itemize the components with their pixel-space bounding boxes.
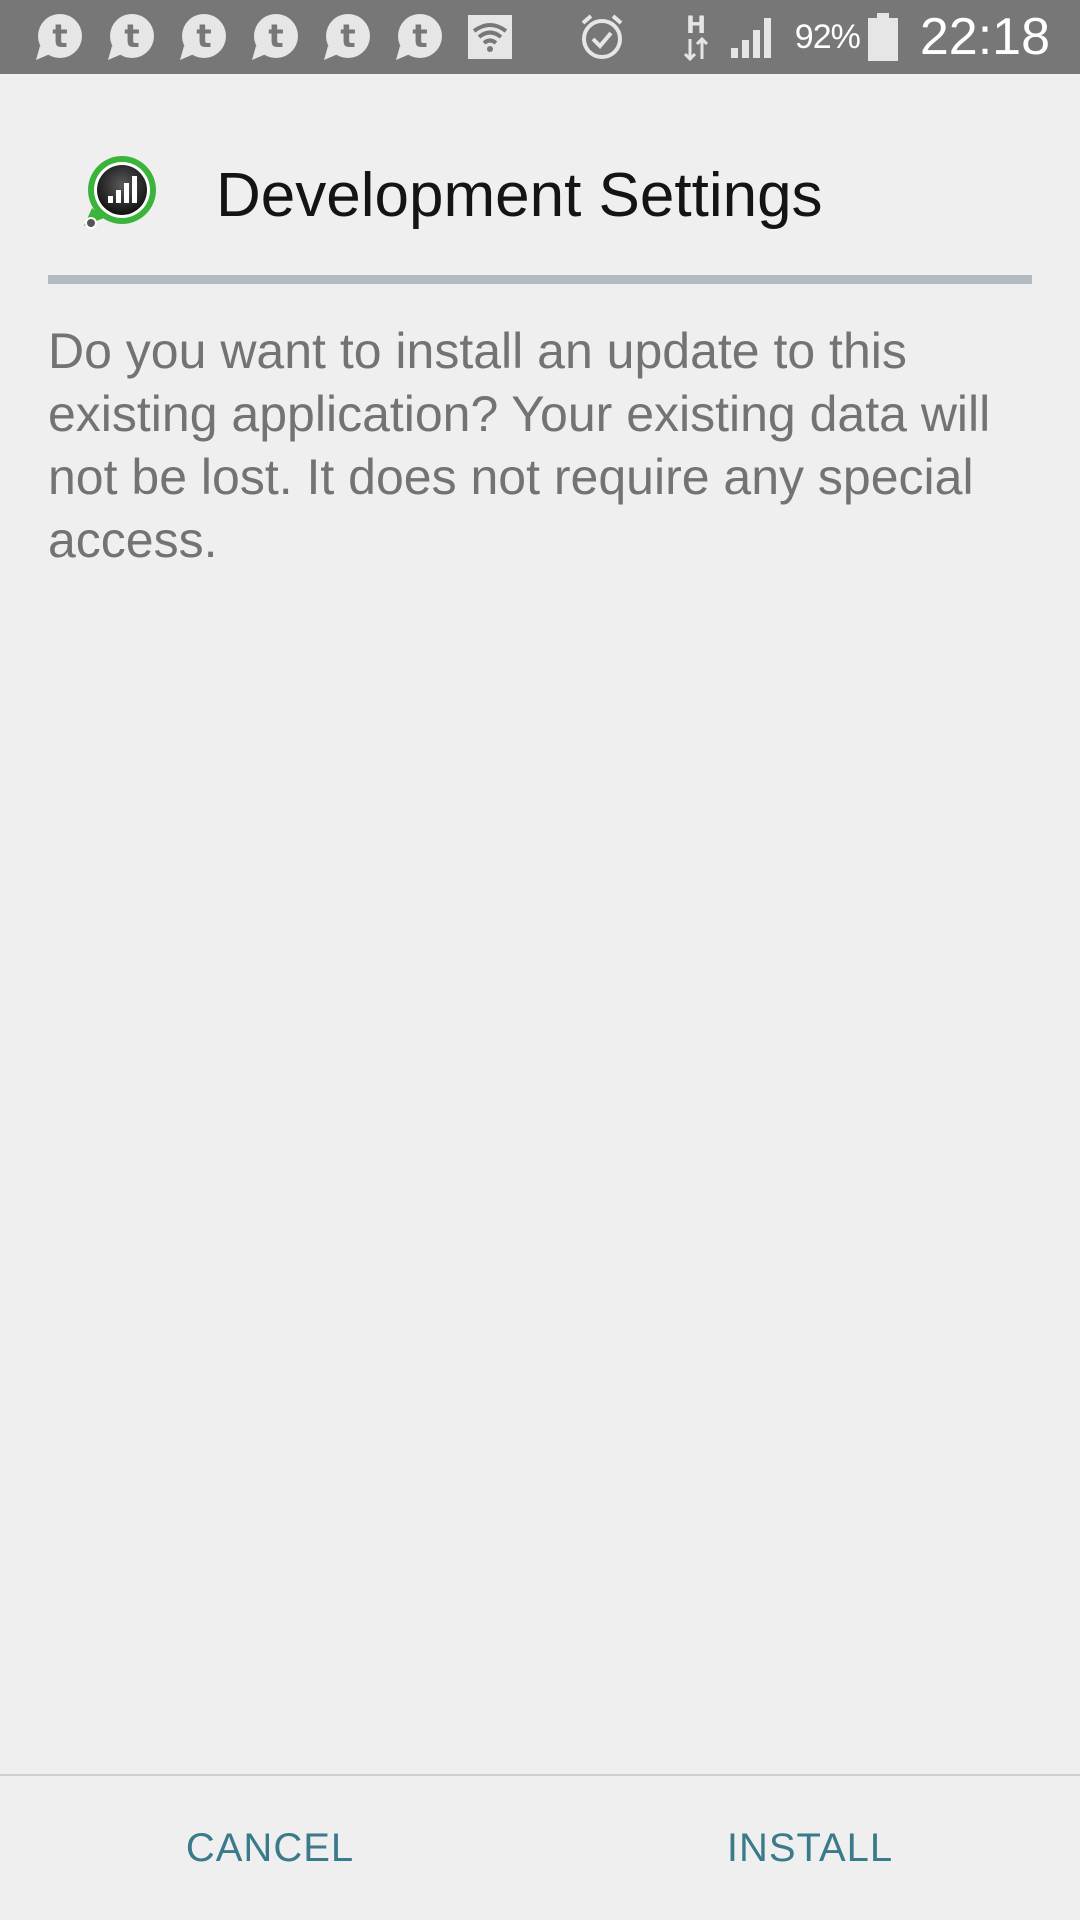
battery-icon <box>867 13 898 61</box>
tango-icon: t <box>394 12 444 62</box>
svg-text:t: t <box>124 17 139 55</box>
tango-icon: t <box>178 12 228 62</box>
status-right: H 92% 22:18 <box>561 0 1050 74</box>
svg-text:t: t <box>412 17 427 55</box>
tango-icon: t <box>250 12 300 62</box>
battery-percent-text: 92% <box>794 17 861 56</box>
wifi-notification-icon <box>468 15 512 59</box>
dialog-header: Development Settings <box>48 74 1032 280</box>
tango-icon: t <box>106 12 156 62</box>
network-type-icon: H <box>681 11 711 63</box>
status-bar: t t t t t t H 92% 22:18 <box>0 0 1080 74</box>
tango-icon: t <box>34 12 84 62</box>
button-bar: CANCEL INSTALL <box>0 1776 1080 1920</box>
tango-icon: t <box>322 12 372 62</box>
svg-text:H: H <box>686 11 706 39</box>
app-icon <box>78 152 162 236</box>
svg-text:t: t <box>52 17 67 55</box>
header-divider <box>48 275 1032 284</box>
install-button[interactable]: INSTALL <box>540 1776 1080 1920</box>
cancel-button[interactable]: CANCEL <box>0 1776 540 1920</box>
notification-icons: t t t t t t <box>34 12 512 62</box>
svg-text:t: t <box>340 17 355 55</box>
install-message: Do you want to install an update to this… <box>48 323 991 568</box>
battery-percent: 92% <box>794 17 861 57</box>
clock-text: 22:18 <box>919 8 1050 66</box>
svg-text:t: t <box>268 17 283 55</box>
app-title: Development Settings <box>216 161 823 230</box>
alarm-icon <box>579 13 625 61</box>
clock: 22:18 <box>920 7 1050 67</box>
svg-text:t: t <box>196 17 211 55</box>
signal-strength-icon <box>729 14 777 60</box>
